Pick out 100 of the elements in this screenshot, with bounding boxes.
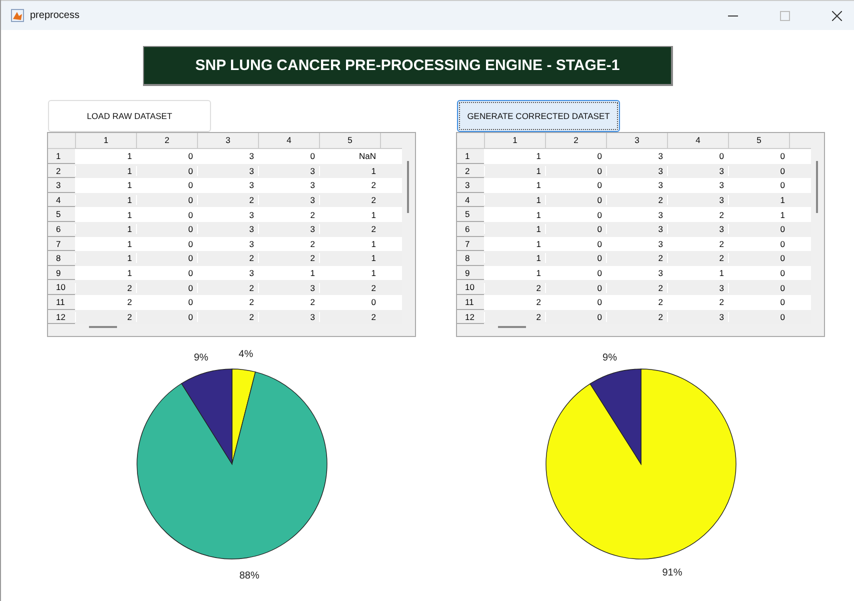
table-cell: 0 (545, 312, 606, 322)
maximize-icon[interactable] (780, 10, 790, 20)
table-cell: 2 (667, 238, 728, 249)
table-cell: 0 (728, 297, 789, 308)
percent-label: 88% (239, 570, 260, 582)
row-header[interactable]: 12 (48, 310, 75, 324)
column-header[interactable]: 2 (545, 133, 606, 148)
table-cell: 2 (258, 238, 319, 249)
table-cell: 3 (606, 210, 667, 220)
table-cell: 3 (258, 195, 319, 206)
table-cell: 3 (197, 210, 258, 220)
table-cell: 1 (75, 253, 136, 264)
row-header[interactable]: 11 (457, 294, 484, 310)
row-header[interactable]: 11 (48, 294, 75, 310)
table-cell: 0 (136, 297, 197, 308)
column-header[interactable]: 1 (75, 133, 136, 148)
table-cell: 3 (606, 151, 667, 162)
row-header[interactable]: 5 (457, 207, 484, 222)
row-header[interactable]: 7 (48, 236, 75, 252)
row-header[interactable]: 1 (48, 149, 75, 164)
table-cell: 2 (258, 297, 319, 308)
column-header[interactable]: 1 (484, 133, 545, 148)
table-cell: 1 (667, 268, 728, 278)
column-header[interactable]: 5 (728, 133, 789, 148)
table-cell: 0 (728, 253, 789, 264)
row-header[interactable]: 3 (48, 178, 75, 193)
column-header[interactable]: 3 (197, 133, 258, 148)
table-cell: 1 (75, 238, 136, 249)
vertical-scrollbar[interactable] (816, 161, 818, 213)
table-cell: 1 (75, 151, 136, 162)
table-cell: 0 (728, 151, 789, 162)
table-cell: 2 (484, 297, 545, 308)
row-header[interactable]: 1 (457, 149, 484, 164)
table-cell: 3 (258, 224, 319, 234)
app-icon (11, 9, 24, 22)
column-header[interactable]: 3 (606, 133, 667, 148)
percent-label: 91% (662, 568, 682, 579)
table-cell: 2 (606, 253, 667, 264)
row-header[interactable]: 5 (48, 207, 75, 222)
table-cell: 2 (606, 282, 667, 293)
column-header[interactable]: 4 (667, 133, 728, 148)
table-cell: 0 (136, 180, 197, 190)
table-cell: 0 (545, 253, 606, 264)
table-cell: 2 (606, 195, 667, 206)
table-cell: 1 (484, 180, 545, 190)
percent-label: 4% (238, 348, 254, 360)
table-cell: 0 (319, 297, 380, 308)
table-cell: 3 (197, 151, 258, 162)
row-header[interactable]: 3 (457, 178, 484, 193)
table-cell: 1 (484, 224, 545, 234)
row-header[interactable]: 2 (48, 164, 75, 178)
row-header[interactable]: 9 (457, 266, 484, 280)
table-cell: 3 (667, 224, 728, 234)
table-cell: 0 (545, 268, 606, 278)
table-cell: 3 (606, 268, 667, 278)
table-cell: 1 (75, 166, 136, 176)
table-cell: 3 (197, 268, 258, 278)
table-cell: 2 (197, 297, 258, 308)
column-header[interactable]: 4 (258, 133, 319, 148)
table-cell: 1 (484, 268, 545, 278)
row-header[interactable]: 9 (48, 266, 75, 280)
banner-title: SNP LUNG CANCER PRE-PROCESSING ENGINE - STAGE-1 (143, 46, 673, 86)
column-header[interactable]: 2 (136, 133, 197, 148)
horizontal-scrollbar[interactable] (89, 326, 117, 328)
table-cell: 3 (197, 166, 258, 176)
table-cell: 1 (75, 180, 136, 190)
table-cell: NaN (319, 151, 380, 162)
dataset-button[interactable]: LOAD RAW DATASET (48, 100, 211, 132)
table-cell: 3 (667, 180, 728, 190)
table-cell: 0 (728, 268, 789, 278)
table-cell: 2 (319, 312, 380, 322)
dataset-button[interactable]: GENERATE CORRECTED DATASET (457, 100, 620, 132)
table-cell: 0 (136, 268, 197, 278)
table-cell: 3 (606, 224, 667, 234)
table-cell: 0 (545, 224, 606, 234)
column-header[interactable]: 5 (319, 133, 380, 148)
table-cell: 2 (667, 253, 728, 264)
table-cell: 2 (319, 180, 380, 190)
table-cell: 1 (319, 166, 380, 176)
table-cell: 3 (667, 282, 728, 293)
table-cell: 2 (667, 297, 728, 308)
table-cell: 1 (319, 210, 380, 220)
table-cell: 1 (319, 238, 380, 249)
table-cell: 3 (667, 195, 728, 206)
table-cell: 1 (319, 253, 380, 264)
table-cell: 0 (545, 195, 606, 206)
row-header[interactable]: 7 (457, 236, 484, 252)
table-cell: 2 (75, 282, 136, 293)
row-header[interactable]: 12 (457, 310, 484, 324)
close-icon[interactable] (832, 10, 842, 20)
percent-label: 9% (602, 352, 617, 364)
table-cell: 1 (75, 224, 136, 234)
table-cell: 3 (197, 224, 258, 234)
vertical-scrollbar[interactable] (407, 161, 409, 213)
table-cell: 1 (75, 210, 136, 220)
table-cell: 0 (545, 166, 606, 176)
table-cell: 1 (75, 195, 136, 206)
table-cell: 3 (258, 312, 319, 322)
row-header[interactable]: 2 (457, 164, 484, 178)
horizontal-scrollbar[interactable] (498, 326, 526, 328)
